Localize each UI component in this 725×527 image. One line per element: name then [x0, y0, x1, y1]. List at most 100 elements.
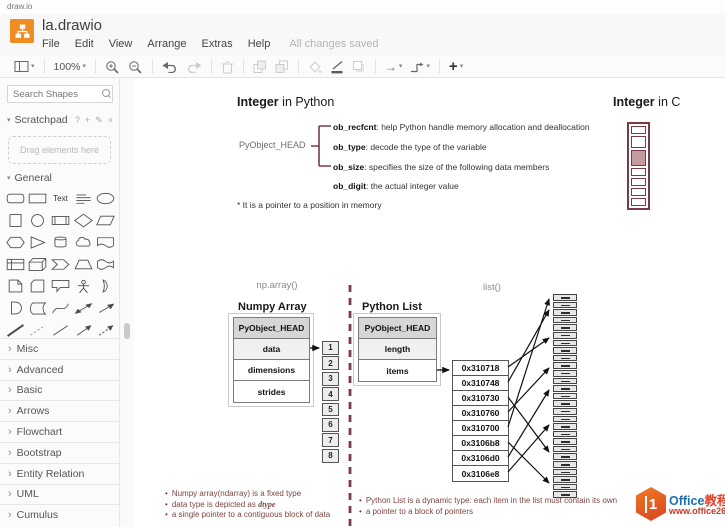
memory-cell[interactable] — [553, 468, 577, 476]
shape-process[interactable] — [50, 212, 71, 228]
scrollbar-thumb[interactable] — [124, 323, 130, 339]
sidebar-section-uml[interactable]: › UML — [0, 483, 119, 505]
shape-ellipse[interactable] — [95, 190, 116, 206]
shape-line[interactable] — [50, 322, 71, 338]
diagram-canvas[interactable]: Integer in Python Integer in C PyObject_… — [134, 78, 725, 527]
shape-cloud[interactable] — [73, 234, 94, 250]
scratchpad-header[interactable]: ▾ Scratchpad ? + ✎ × — [7, 114, 113, 126]
list-caption[interactable]: list() — [472, 282, 512, 293]
shape-dashed-arrow[interactable] — [95, 322, 116, 338]
memory-cell[interactable] — [553, 392, 577, 400]
memory-cell[interactable] — [553, 309, 577, 316]
pylist-row-pyobject-head[interactable]: PyObject_HEAD — [359, 318, 436, 339]
menu-view[interactable]: View — [109, 38, 133, 50]
shape-square[interactable] — [5, 212, 26, 228]
index-column[interactable]: 1 2 3 4 5 6 7 8 — [322, 341, 339, 463]
scratchpad-close-icon[interactable]: × — [108, 115, 113, 126]
shape-dashed-line[interactable] — [27, 322, 48, 338]
menu-file[interactable]: File — [42, 38, 60, 50]
shape-actor[interactable] — [73, 278, 94, 294]
memory-cell[interactable] — [553, 294, 577, 301]
shadow-button[interactable] — [352, 60, 366, 74]
pyobject-head-label[interactable]: PyObject_HEAD — [239, 140, 306, 150]
shape-diamond[interactable] — [73, 212, 94, 228]
zoom-level-dropdown[interactable]: 100% ▾ — [54, 61, 86, 73]
memory-cell[interactable] — [553, 316, 577, 324]
menu-help[interactable]: Help — [248, 38, 271, 50]
sidebar-section-basic[interactable]: › Basic — [0, 379, 119, 401]
shape-rounded-rectangle[interactable] — [5, 190, 26, 206]
python-section-title[interactable]: Integer in Python — [237, 95, 334, 109]
shape-note[interactable] — [5, 278, 26, 294]
shape-rectangle[interactable] — [27, 190, 48, 206]
insert-dropdown[interactable]: + ▾ — [449, 59, 463, 74]
shape-arrow[interactable] — [95, 300, 116, 316]
memory-cell[interactable] — [553, 438, 577, 445]
shape-bold-line[interactable] — [5, 322, 26, 338]
menu-arrange[interactable]: Arrange — [147, 38, 186, 50]
numpy-row-strides[interactable]: strides — [234, 381, 309, 402]
memory-cell[interactable] — [553, 339, 577, 347]
numpy-table[interactable]: PyObject_HEAD data dimensions strides — [233, 317, 310, 403]
memory-cell[interactable] — [553, 407, 577, 415]
python-list-table[interactable]: PyObject_HEAD length items — [358, 317, 437, 382]
memory-footnote[interactable]: * It is a pointer to a position in memor… — [237, 200, 382, 210]
field-ob-type[interactable]: ob_type: decode the type of the variable — [333, 142, 487, 152]
to-front-button[interactable] — [253, 60, 267, 74]
python-list-title[interactable]: Python List — [362, 301, 422, 313]
sidebar-section-flowchart[interactable]: › Flowchart — [0, 421, 119, 442]
sidebar-section-advanced[interactable]: › Advanced — [0, 358, 119, 380]
undo-button[interactable] — [162, 60, 178, 73]
delete-button[interactable] — [221, 60, 234, 74]
memory-cell[interactable] — [553, 347, 577, 354]
sidebar-section-entity-relation[interactable]: › Entity Relation — [0, 462, 119, 484]
to-back-button[interactable] — [275, 60, 289, 74]
memory-cell[interactable] — [553, 331, 577, 339]
shape-data-storage[interactable] — [27, 300, 48, 316]
memory-cell[interactable] — [553, 430, 577, 438]
connector-style-dropdown[interactable]: ▾ — [410, 61, 430, 73]
memory-cell[interactable] — [553, 400, 577, 407]
integer-in-c-stack[interactable] — [627, 122, 650, 210]
scratchpad-edit-icon[interactable]: ✎ — [95, 115, 103, 126]
memory-cell[interactable] — [553, 423, 577, 430]
memory-cell[interactable] — [553, 362, 577, 369]
memory-cell[interactable] — [553, 354, 577, 362]
numpy-array-title[interactable]: Numpy Array — [238, 301, 307, 313]
shape-card[interactable] — [27, 278, 48, 294]
numpy-row-data[interactable]: data — [234, 339, 309, 360]
shape-parallelogram[interactable] — [95, 212, 116, 228]
numpy-row-pyobject-head[interactable]: PyObject_HEAD — [234, 318, 309, 339]
shape-textbox[interactable] — [73, 190, 94, 206]
field-ob-digit[interactable]: ob_digit: the actual integer value — [333, 181, 459, 191]
shape-or[interactable] — [95, 278, 116, 294]
np-array-caption[interactable]: np.array() — [237, 280, 317, 291]
line-color-button[interactable] — [330, 60, 344, 74]
memory-cell[interactable] — [553, 461, 577, 468]
shape-search-box[interactable] — [7, 85, 113, 103]
shape-internal-storage[interactable] — [5, 256, 26, 272]
shape-hexagon[interactable] — [5, 234, 26, 250]
menu-extras[interactable]: Extras — [202, 38, 233, 50]
memory-column[interactable] — [553, 294, 577, 499]
shape-document[interactable] — [95, 234, 116, 250]
sidebar-section-cumulus[interactable]: › Cumulus — [0, 504, 119, 526]
sidebar-section-bootstrap[interactable]: › Bootstrap — [0, 441, 119, 463]
scratchpad-dropzone[interactable]: Drag elements here — [8, 136, 111, 164]
sidebar-section-arrows[interactable]: › Arrows — [0, 400, 119, 422]
search-input[interactable] — [8, 87, 101, 101]
memory-cell[interactable] — [553, 445, 577, 453]
shape-and[interactable] — [5, 300, 26, 316]
shape-curve[interactable] — [50, 300, 71, 316]
memory-cell[interactable] — [553, 415, 577, 423]
shape-cube[interactable] — [27, 256, 48, 272]
address-column[interactable]: 0x310718 0x310748 0x310730 0x310760 0x31… — [452, 360, 509, 482]
pylist-row-length[interactable]: length — [359, 339, 436, 360]
shape-cylinder[interactable] — [50, 234, 71, 250]
memory-cell[interactable] — [553, 369, 577, 377]
memory-cell[interactable] — [553, 483, 577, 491]
memory-cell[interactable] — [553, 377, 577, 385]
fill-color-button[interactable] — [308, 60, 322, 74]
shape-text[interactable]: Text — [50, 190, 71, 206]
zoom-out-button[interactable] — [128, 60, 143, 74]
